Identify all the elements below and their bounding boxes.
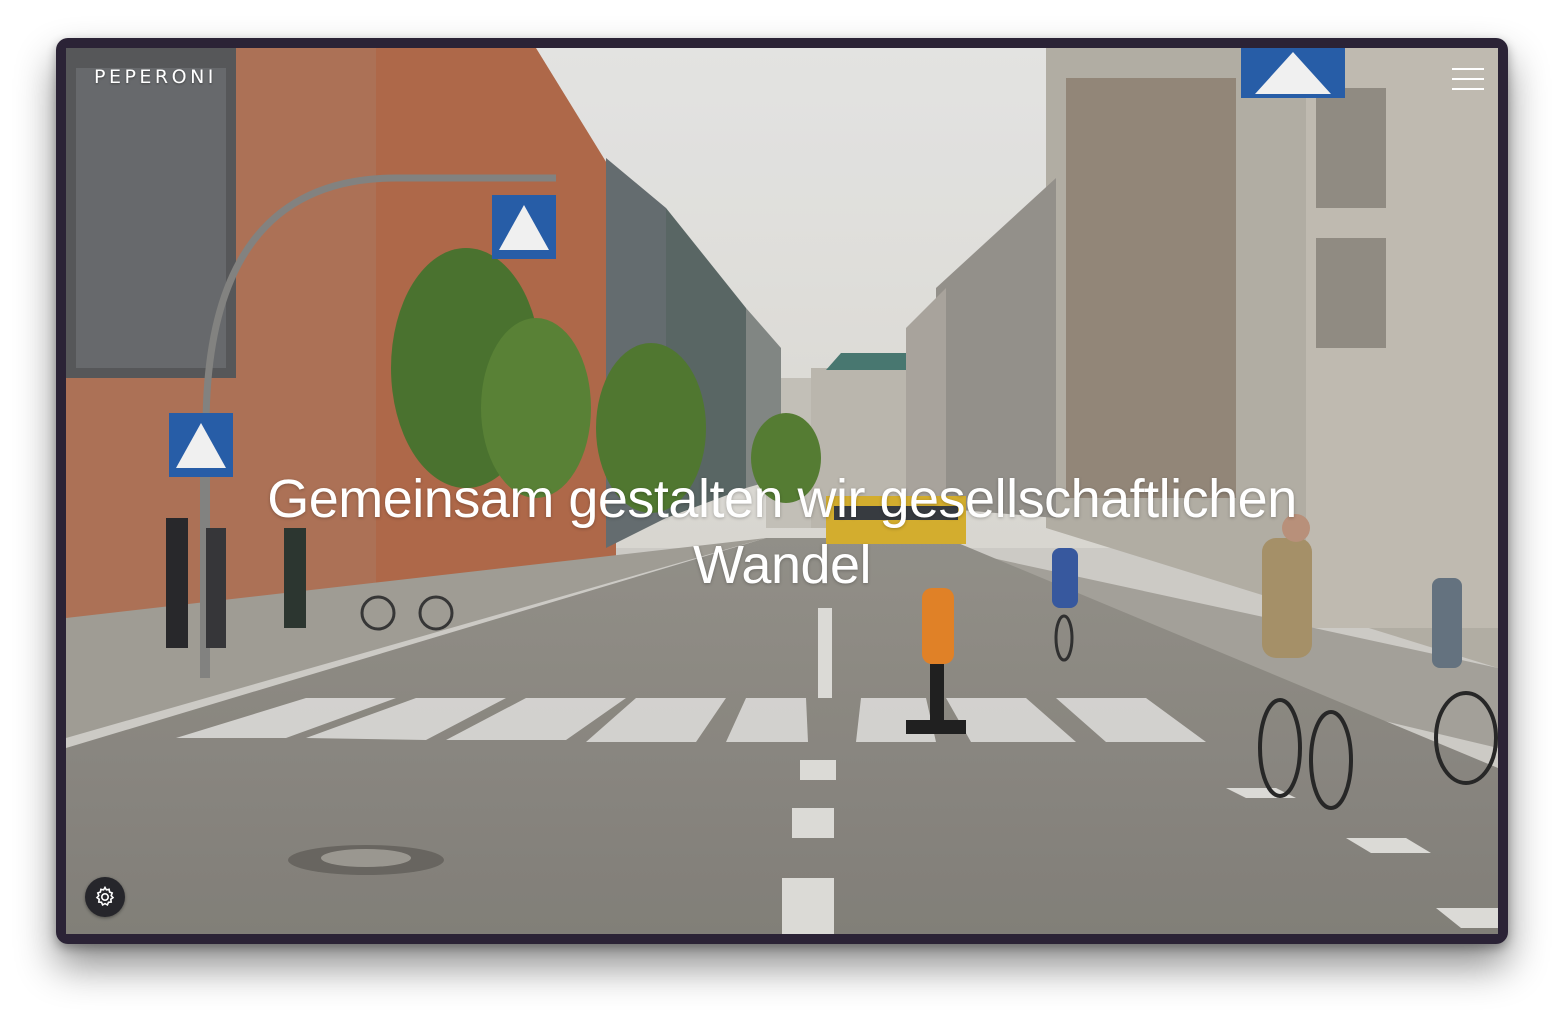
brand-logo[interactable]: PEPERONI	[94, 66, 217, 88]
hamburger-menu-icon[interactable]	[1452, 68, 1484, 92]
menu-bar	[1452, 88, 1484, 90]
hero-headline: Gemeinsam gestalten wir gesellschaftlich…	[267, 469, 1297, 595]
browser-window: PEPERONI Gemeinsam gestalten wir gesells…	[56, 38, 1508, 944]
menu-bar	[1452, 68, 1484, 70]
settings-button[interactable]	[85, 877, 125, 917]
menu-bar	[1452, 78, 1484, 80]
gear-icon	[95, 885, 115, 907]
page-viewport: PEPERONI Gemeinsam gestalten wir gesells…	[66, 48, 1498, 934]
